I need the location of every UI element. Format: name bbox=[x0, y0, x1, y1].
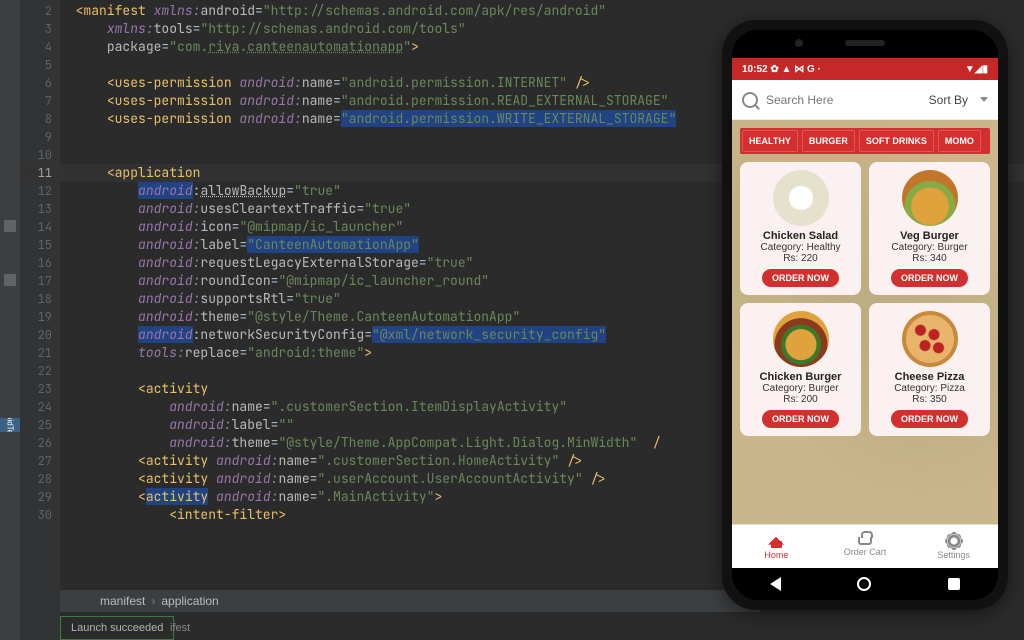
status-tail-text: ifest bbox=[170, 616, 190, 640]
product-image bbox=[902, 311, 958, 367]
product-card[interactable]: Chicken Salad Category: Healthy Rs: 220 … bbox=[740, 162, 861, 295]
category-chip[interactable]: SOFT DRINKS bbox=[859, 130, 934, 152]
android-status-bar: 10:52 ✿ ▲ ⋈ G · ▼◢▮ bbox=[732, 58, 998, 80]
breadcrumb-item[interactable]: manifest bbox=[100, 594, 145, 608]
product-name: Cheese Pizza bbox=[875, 371, 984, 383]
home-button[interactable] bbox=[857, 577, 871, 591]
product-name: Chicken Salad bbox=[746, 230, 855, 242]
nav-home[interactable]: Home bbox=[732, 525, 821, 568]
search-icon[interactable] bbox=[742, 92, 758, 108]
gutter-margin bbox=[0, 0, 20, 640]
product-category: Category: Burger bbox=[875, 242, 984, 253]
status-icons: ✿ ▲ ⋈ G · bbox=[770, 64, 821, 75]
emulator-device-frame: 10:52 ✿ ▲ ⋈ G · ▼◢▮ Sort By HEALTHYBURGE… bbox=[722, 20, 1008, 610]
breadcrumb-item[interactable]: application bbox=[161, 594, 218, 608]
product-card[interactable]: Cheese Pizza Category: Pizza Rs: 350 ORD… bbox=[869, 303, 990, 436]
signal-battery-icons: ▼◢▮ bbox=[965, 64, 988, 75]
product-name: Chicken Burger bbox=[746, 371, 855, 383]
sort-by-dropdown[interactable]: Sort By bbox=[929, 93, 968, 107]
search-bar: Sort By bbox=[732, 80, 998, 120]
order-now-button[interactable]: ORDER NOW bbox=[891, 410, 968, 428]
category-chip[interactable]: BURGER bbox=[802, 130, 855, 152]
order-now-button[interactable]: ORDER NOW bbox=[891, 269, 968, 287]
product-category: Category: Burger bbox=[746, 383, 855, 394]
home-icon bbox=[768, 534, 784, 548]
product-name: Veg Burger bbox=[875, 230, 984, 242]
chevron-right-icon: › bbox=[151, 594, 155, 608]
category-chip-row[interactable]: HEALTHYBURGERSOFT DRINKSMOMO bbox=[740, 128, 990, 154]
product-price: Rs: 350 bbox=[875, 394, 984, 405]
product-price: Rs: 220 bbox=[746, 253, 855, 264]
product-card[interactable]: Veg Burger Category: Burger Rs: 340 ORDE… bbox=[869, 162, 990, 295]
order-now-button[interactable]: ORDER NOW bbox=[762, 410, 839, 428]
category-chip[interactable]: HEALTHY bbox=[742, 130, 798, 152]
gear-icon bbox=[947, 534, 961, 548]
product-category: Category: Healthy bbox=[746, 242, 855, 253]
back-button[interactable] bbox=[770, 577, 781, 591]
breadcrumb[interactable]: manifest › application bbox=[60, 590, 760, 612]
clock-text: 10:52 bbox=[742, 64, 768, 75]
status-launch-succeeded[interactable]: Launch succeeded bbox=[60, 616, 174, 640]
product-price: Rs: 200 bbox=[746, 394, 855, 405]
line-number-gutter[interactable]: 2345678910111213141516171819202122232425… bbox=[20, 0, 60, 640]
chevron-down-icon[interactable] bbox=[980, 97, 988, 102]
bottom-nav: Home Order Cart Settings bbox=[732, 524, 998, 568]
phone-notch bbox=[732, 30, 998, 58]
recents-button[interactable] bbox=[948, 578, 960, 590]
product-image bbox=[773, 170, 829, 226]
product-image bbox=[773, 311, 829, 367]
category-chip[interactable]: MOMO bbox=[938, 130, 981, 152]
gutter-image-icon[interactable] bbox=[4, 220, 16, 232]
gutter-image-icon[interactable] bbox=[4, 274, 16, 286]
product-grid[interactable]: Chicken Salad Category: Healthy Rs: 220 … bbox=[740, 162, 990, 436]
android-system-nav bbox=[732, 568, 998, 600]
product-image bbox=[902, 170, 958, 226]
product-category: Category: Pizza bbox=[875, 383, 984, 394]
cart-icon bbox=[858, 537, 872, 545]
product-card[interactable]: Chicken Burger Category: Burger Rs: 200 … bbox=[740, 303, 861, 436]
side-tool-tab[interactable]: oidTe bbox=[0, 418, 20, 432]
search-input[interactable] bbox=[766, 93, 929, 107]
order-now-button[interactable]: ORDER NOW bbox=[762, 269, 839, 287]
nav-settings[interactable]: Settings bbox=[909, 525, 998, 568]
product-price: Rs: 340 bbox=[875, 253, 984, 264]
nav-order-cart[interactable]: Order Cart bbox=[821, 525, 910, 568]
app-content[interactable]: HEALTHYBURGERSOFT DRINKSMOMO Chicken Sal… bbox=[732, 120, 998, 524]
